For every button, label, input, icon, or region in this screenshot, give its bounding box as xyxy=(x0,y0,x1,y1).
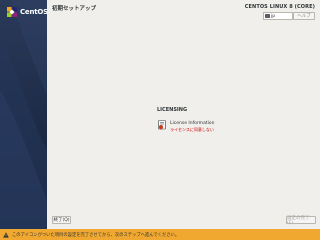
finish-configuration-button[interactable]: 設定の完了(F) xyxy=(286,216,316,226)
spoke-status: ライセンスに同意しない xyxy=(170,127,214,132)
keyboard-layout-indicator[interactable]: jp xyxy=(263,12,293,20)
help-button[interactable]: ヘルプ xyxy=(293,12,315,20)
keyboard-layout-label: jp xyxy=(271,13,276,19)
warning-icon xyxy=(3,231,9,238)
sidebar: CentOS xyxy=(0,0,47,229)
centos-wordmark: CentOS xyxy=(20,8,47,16)
section-heading-licensing: LICENSING xyxy=(157,107,188,113)
warning-text: このアイコンがついた項目の設定を完了させてから、次のステップへ進んでください。 xyxy=(12,232,180,238)
sidebar-swoosh-decoration xyxy=(0,0,47,229)
license-document-icon xyxy=(158,120,166,130)
spoke-license-information[interactable]: License Information ライセンスに同意しない xyxy=(157,120,214,133)
page-title: 初期セットアップ xyxy=(52,6,97,12)
centos-logo: CentOS xyxy=(6,6,47,18)
product-title: CENTOS LINUX 8 (CORE) xyxy=(244,4,315,10)
keyboard-icon xyxy=(265,14,270,18)
centos-logo-icon xyxy=(7,7,17,17)
spoke-title: License Information xyxy=(170,121,215,126)
quit-button[interactable]: 終了(Q) xyxy=(52,216,71,224)
warning-bar: このアイコンがついた項目の設定を完了させてから、次のステップへ進んでください。 xyxy=(0,229,320,240)
